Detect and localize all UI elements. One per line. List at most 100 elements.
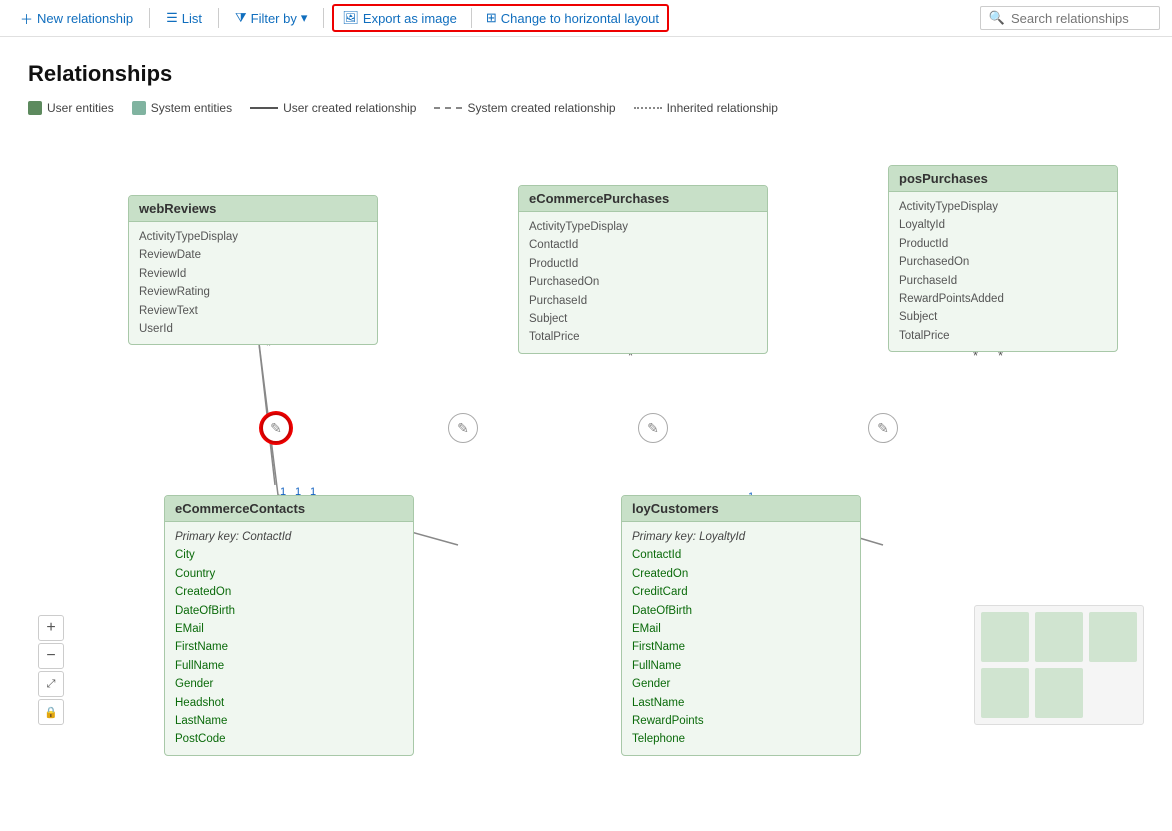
eContacts-field-3: DateOfBirth — [175, 602, 403, 620]
loyCustomers-field-1: CreatedOn — [632, 565, 850, 583]
toolbar-right: 🔍 — [980, 6, 1160, 30]
zoom-in-button[interactable]: + — [38, 615, 64, 641]
edit-button-3[interactable]: ✎ — [638, 413, 668, 443]
toolbar: ＋ New relationship ☰ List ⧩ Filter by ▾ … — [0, 0, 1172, 37]
system-created-line-icon — [434, 107, 462, 109]
zoom-out-button[interactable]: − — [38, 643, 64, 669]
edit-button-1[interactable]: ✎ — [261, 413, 291, 443]
posPurchases-field-5: RewardPointsAdded — [899, 290, 1107, 308]
new-relationship-button[interactable]: ＋ New relationship — [12, 5, 141, 32]
entity-webReviews[interactable]: webReviews ActivityTypeDisplay ReviewDat… — [128, 195, 378, 345]
export-icon: 🖼 — [342, 10, 359, 26]
webReviews-field-2: ReviewId — [139, 265, 367, 283]
entity-eCommercePurchases-header: eCommercePurchases — [519, 186, 767, 212]
webReviews-field-4: ReviewText — [139, 302, 367, 320]
entity-posPurchases-header: posPurchases — [889, 166, 1117, 192]
posPurchases-field-0: ActivityTypeDisplay — [899, 198, 1107, 216]
loyCustomers-field-7: Gender — [632, 675, 850, 693]
eContacts-field-8: Headshot — [175, 694, 403, 712]
posPurchases-field-6: Subject — [899, 308, 1107, 326]
toolbar-divider-4 — [471, 8, 472, 28]
loyCustomers-field-8: LastName — [632, 694, 850, 712]
zoom-controls: + − ⤢ 🔒 — [38, 615, 64, 725]
loyCustomers-field-5: FirstName — [632, 638, 850, 656]
system-entities-icon — [132, 101, 146, 115]
entity-webReviews-header: webReviews — [129, 196, 377, 222]
lock-button[interactable]: 🔒 — [38, 699, 64, 725]
entity-loyCustomers-body: Primary key: LoyaltyId ContactId Created… — [622, 522, 860, 755]
minimap-block-3 — [1089, 612, 1137, 662]
minimap-block-1 — [981, 612, 1029, 662]
legend-system-created: System created relationship — [434, 101, 615, 115]
eContacts-field-7: Gender — [175, 675, 403, 693]
legend-user-created: User created relationship — [250, 101, 416, 115]
eContacts-field-0: City — [175, 546, 403, 564]
legend-system-entities: System entities — [132, 101, 232, 115]
search-box[interactable]: 🔍 — [980, 6, 1160, 30]
edit-button-4[interactable]: ✎ — [868, 413, 898, 443]
loyCustomers-field-9: RewardPoints — [632, 712, 850, 730]
export-layout-group: 🖼 Export as image ⊞ Change to horizontal… — [332, 4, 669, 32]
entity-eCommerceContacts-header: eCommerceContacts — [165, 496, 413, 522]
export-image-button[interactable]: 🖼 Export as image — [334, 6, 464, 30]
loyCustomers-field-2: CreditCard — [632, 583, 850, 601]
list-button[interactable]: ☰ List — [158, 6, 210, 30]
ePurchases-field-1: ContactId — [529, 236, 757, 254]
posPurchases-field-1: LoyaltyId — [899, 216, 1107, 234]
ePurchases-field-3: PurchasedOn — [529, 273, 757, 291]
page-title: Relationships — [28, 61, 1144, 87]
posPurchases-field-2: ProductId — [899, 235, 1107, 253]
user-entities-icon — [28, 101, 42, 115]
search-icon: 🔍 — [989, 10, 1005, 26]
ePurchases-field-4: PurchaseId — [529, 292, 757, 310]
chevron-down-icon: ▾ — [301, 10, 308, 26]
posPurchases-field-3: PurchasedOn — [899, 253, 1107, 271]
webReviews-field-0: ActivityTypeDisplay — [139, 228, 367, 246]
loyCustomers-field-10: Telephone — [632, 730, 850, 748]
minimap-block-4 — [981, 668, 1029, 718]
webReviews-field-5: UserId — [139, 320, 367, 338]
posPurchases-field-7: TotalPrice — [899, 327, 1107, 345]
filter-by-button[interactable]: ⧩ Filter by ▾ — [227, 6, 315, 30]
eContacts-field-5: FirstName — [175, 638, 403, 656]
entity-loyCustomers[interactable]: loyCustomers Primary key: LoyaltyId Cont… — [621, 495, 861, 756]
ePurchases-field-2: ProductId — [529, 255, 757, 273]
legend: User entities System entities User creat… — [28, 101, 1144, 115]
ePurchases-field-6: TotalPrice — [529, 328, 757, 346]
eContacts-primary: Primary key: ContactId — [175, 528, 403, 546]
change-layout-button[interactable]: ⊞ Change to horizontal layout — [478, 6, 667, 30]
loyCustomers-field-3: DateOfBirth — [632, 602, 850, 620]
webReviews-field-1: ReviewDate — [139, 246, 367, 264]
page-content: Relationships User entities System entit… — [0, 37, 1172, 831]
webReviews-field-3: ReviewRating — [139, 283, 367, 301]
entity-eCommerceContacts[interactable]: eCommerceContacts Primary key: ContactId… — [164, 495, 414, 756]
entity-posPurchases-body: ActivityTypeDisplay LoyaltyId ProductId … — [889, 192, 1117, 351]
list-icon: ☰ — [166, 10, 178, 26]
edit-button-2[interactable]: ✎ — [448, 413, 478, 443]
search-input[interactable] — [1011, 11, 1151, 26]
eContacts-field-10: PostCode — [175, 730, 403, 748]
entity-posPurchases[interactable]: posPurchases ActivityTypeDisplay Loyalty… — [888, 165, 1118, 352]
toolbar-divider-2 — [218, 8, 219, 28]
loyCustomers-field-6: FullName — [632, 657, 850, 675]
legend-user-entities: User entities — [28, 101, 114, 115]
minimap-block-2 — [1035, 612, 1083, 662]
entity-eCommercePurchases[interactable]: eCommercePurchases ActivityTypeDisplay C… — [518, 185, 768, 354]
entity-eCommercePurchases-body: ActivityTypeDisplay ContactId ProductId … — [519, 212, 767, 353]
toolbar-divider-3 — [323, 8, 324, 28]
diagram-canvas: * * * * 1 1 1 1 webReviews ActivityTypeD… — [28, 135, 1144, 785]
ePurchases-field-5: Subject — [529, 310, 757, 328]
inherited-line-icon — [634, 107, 662, 109]
eContacts-field-9: LastName — [175, 712, 403, 730]
ePurchases-field-0: ActivityTypeDisplay — [529, 218, 757, 236]
minimap-block-5 — [1035, 668, 1083, 718]
eContacts-field-6: FullName — [175, 657, 403, 675]
fit-button[interactable]: ⤢ — [38, 671, 64, 697]
minimap — [974, 605, 1144, 725]
toolbar-divider-1 — [149, 8, 150, 28]
eContacts-field-2: CreatedOn — [175, 583, 403, 601]
plus-icon: ＋ — [20, 9, 33, 28]
loyCustomers-field-0: ContactId — [632, 546, 850, 564]
eContacts-field-4: EMail — [175, 620, 403, 638]
loyCustomers-field-4: EMail — [632, 620, 850, 638]
